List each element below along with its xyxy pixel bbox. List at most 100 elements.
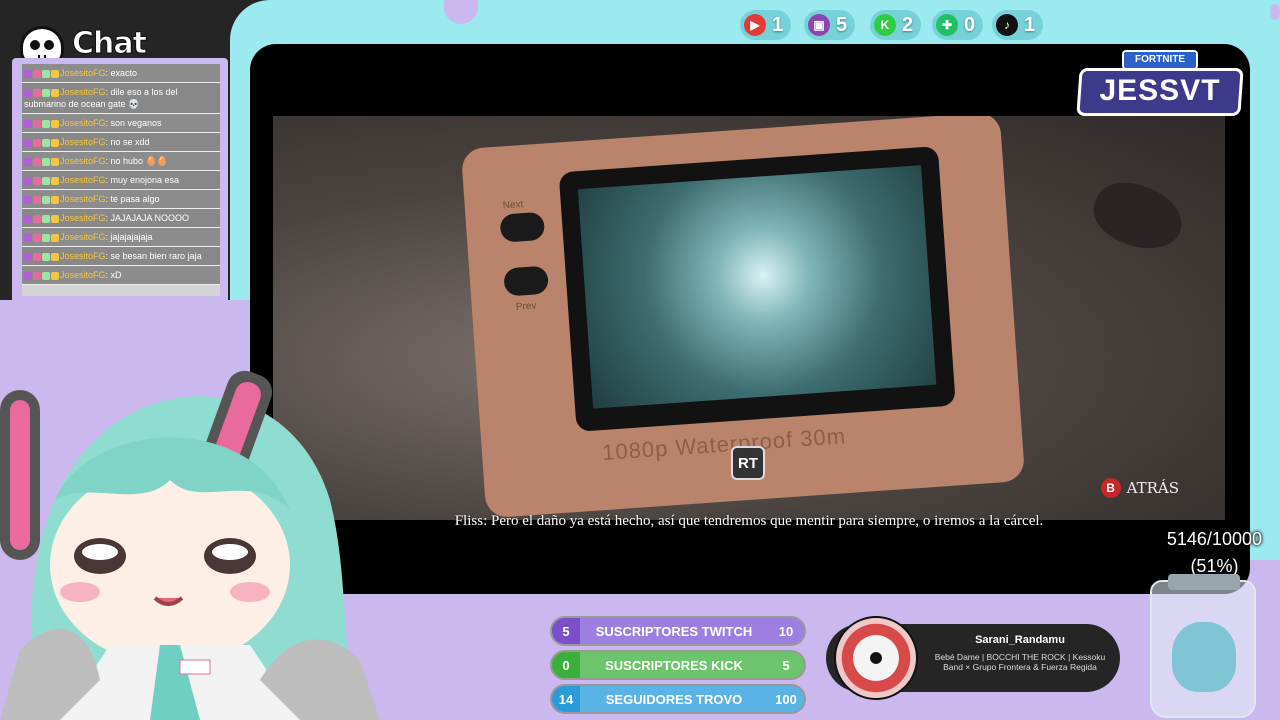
chat-username: JosesitoFG xyxy=(60,251,106,261)
decor-dot xyxy=(1270,4,1280,20)
chat-message: JosesitoFG: no se xdd xyxy=(22,133,220,152)
chat-username: JosesitoFG xyxy=(60,156,106,166)
chat-text: : se besan bien raro jaja xyxy=(105,251,202,261)
chat-title: Chat xyxy=(72,26,148,62)
goal-current: 5 xyxy=(552,618,580,644)
device-caption: 1080p Waterproof 30m xyxy=(601,423,847,466)
badge-icons xyxy=(24,193,60,205)
chat-username: JosesitoFG xyxy=(60,213,106,223)
chat-username: JosesitoFG xyxy=(60,232,106,242)
now-playing: Sarani_Randamu Bebé Dame | BOCCHI THE RO… xyxy=(826,616,1120,700)
badge-icon xyxy=(42,69,50,78)
chat-username: JosesitoFG xyxy=(60,137,106,147)
badge-icon xyxy=(33,88,41,97)
badge-icon xyxy=(51,271,59,280)
social-count: 1 xyxy=(772,13,784,36)
badge-icon xyxy=(24,271,32,280)
chat-username: JosesitoFG xyxy=(60,68,106,78)
chat-message: JosesitoFG: JAJAJAJA NOOOO xyxy=(22,209,220,228)
badge-icon xyxy=(33,233,41,242)
social-counter: K2 xyxy=(870,10,922,40)
channel-logo: FORTNITE JESSVT xyxy=(1076,48,1244,126)
chat-message: JosesitoFG: te pasa algo xyxy=(22,190,220,209)
badge-icon xyxy=(33,271,41,280)
chat-username: JosesitoFG xyxy=(60,87,106,97)
badge-icon xyxy=(24,69,32,78)
chat-text: : JAJAJAJA NOOOO xyxy=(105,213,190,223)
chat-message: JosesitoFG: jajajajajaja xyxy=(22,228,220,247)
chat-text: : no hubo 🥚🥚 xyxy=(105,156,168,166)
chat-text: : no se xdd xyxy=(105,137,150,147)
goal-current: 0 xyxy=(552,652,580,678)
badge-icon xyxy=(33,214,41,223)
back-label: ATRÁS xyxy=(1126,479,1179,497)
badge-icons xyxy=(24,117,60,129)
badge-icon xyxy=(33,69,41,78)
now-playing-song: Bebé Dame | BOCCHI THE ROCK | Kessoku Ba… xyxy=(934,652,1106,672)
vtuber-avatar xyxy=(0,370,380,720)
social-count: 1 xyxy=(1024,13,1036,36)
badge-icon xyxy=(42,252,50,261)
chat-panel: JosesitoFG: exacto JosesitoFG: dile eso a… xyxy=(12,58,228,304)
game-capture: Next Prev 1080p Waterproof 30m RT B ATRÁ… xyxy=(273,116,1225,520)
goal-jar xyxy=(1150,574,1256,718)
chat-username: JosesitoFG xyxy=(60,175,106,185)
badge-icon xyxy=(33,119,41,128)
goal-label: SUSCRIPTORES TWITCH xyxy=(595,623,753,639)
badge-icons xyxy=(24,250,60,262)
trovo-icon: ✚ xyxy=(936,14,958,36)
badge-icons xyxy=(24,86,60,98)
goal-target: 100 xyxy=(775,691,797,707)
logo-fortnite: FORTNITE xyxy=(1122,50,1198,70)
device-next-label: Next xyxy=(502,199,524,212)
badge-icon xyxy=(42,176,50,185)
goal-bar: 14 SEGUIDORES TROVO 100 xyxy=(550,684,806,714)
chat-username: JosesitoFG xyxy=(60,270,106,280)
badge-icon xyxy=(51,252,59,261)
goal-current: 14 xyxy=(552,686,580,712)
badge-icon xyxy=(33,157,41,166)
badge-icon xyxy=(24,88,32,97)
badge-icon xyxy=(42,157,50,166)
decor-dot xyxy=(1252,378,1264,390)
tiktok-icon: ♪ xyxy=(996,14,1018,36)
chat-message: JosesitoFG: dile eso a los del submarino… xyxy=(22,83,220,114)
badge-icons xyxy=(24,136,60,148)
rt-button-prompt: RT xyxy=(731,446,765,480)
jar-creature xyxy=(1172,622,1236,692)
device-prev-button xyxy=(503,265,550,297)
badge-icons xyxy=(24,212,60,224)
social-counter: ▶ 1 xyxy=(740,10,792,40)
badge-icon xyxy=(51,233,59,242)
badge-icon xyxy=(51,119,59,128)
chat-text: : xD xyxy=(105,270,122,280)
badge-icons xyxy=(24,67,60,79)
jar-lid xyxy=(1168,574,1240,590)
badge-icon xyxy=(42,195,50,204)
chat-text: : muy enojona esa xyxy=(105,175,180,185)
badge-icon xyxy=(42,138,50,147)
chat-message: JosesitoFG: xD xyxy=(22,266,220,285)
back-prompt: B ATRÁS xyxy=(1100,478,1179,498)
social-count: 0 xyxy=(964,13,976,36)
twitch-icon: ▣ xyxy=(808,14,830,36)
device-screen xyxy=(558,146,956,432)
badge-icon xyxy=(42,214,50,223)
chat-message: JosesitoFG: muy enojona esa xyxy=(22,171,220,190)
subtitle: Fliss: Pero el daño ya está hecho, así q… xyxy=(454,513,1044,529)
social-counter: ✚ 0 xyxy=(932,10,984,40)
social-count: 5 xyxy=(836,13,848,36)
badge-icon xyxy=(24,252,32,261)
goal-count: 5146/10000 xyxy=(1166,529,1262,549)
logo-name: JESSVT xyxy=(1099,74,1221,107)
badge-icon xyxy=(51,214,59,223)
chat-message-list[interactable]: JosesitoFG: exacto JosesitoFG: dile eso a… xyxy=(22,64,220,296)
social-counter: ▣ 5 xyxy=(804,10,856,40)
social-counter: ♪ 1 xyxy=(992,10,1044,40)
badge-icon xyxy=(51,88,59,97)
goal-target: 5 xyxy=(782,657,790,673)
badge-icon xyxy=(51,195,59,204)
goal-target: 10 xyxy=(778,623,794,639)
badge-icon xyxy=(33,138,41,147)
badge-icon xyxy=(24,157,32,166)
